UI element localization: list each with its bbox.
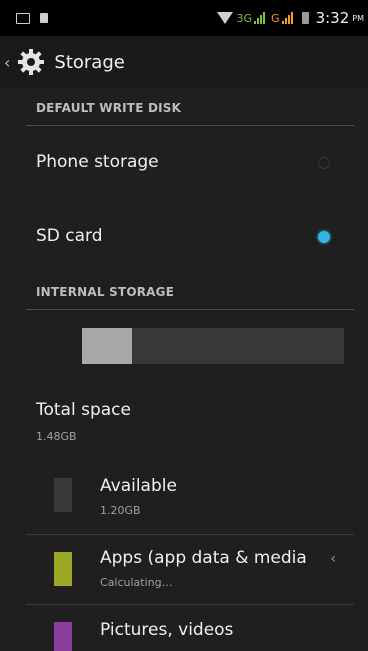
sd-card-option[interactable]: SD card	[0, 214, 368, 262]
section-header-internal-storage: INTERNAL STORAGE	[26, 285, 354, 310]
status-ampm: PM	[352, 13, 364, 23]
total-space-label: Total space	[36, 400, 131, 420]
phone-storage-radio[interactable]	[318, 157, 330, 169]
truncate-chevron-icon: ‹	[330, 551, 336, 567]
storage-usage-bar	[82, 328, 344, 364]
signal-bars-icon-2	[281, 12, 293, 24]
phone-storage-option[interactable]: Phone storage	[0, 140, 368, 188]
total-space-value: 1.48GB	[36, 430, 77, 443]
apps-value: Calculating…	[100, 576, 173, 589]
sd-card-label: SD card	[36, 226, 103, 246]
section-header-default-write-disk: DEFAULT WRITE DISK	[26, 101, 354, 126]
action-bar: ‹ Storage	[0, 36, 368, 88]
status-clock: 3:32	[315, 9, 350, 27]
signal-bars-icon-1	[254, 12, 266, 24]
storage-usage-used	[82, 328, 132, 364]
storage-item-available[interactable]: Available 1.20GB	[0, 462, 368, 534]
pictures-color-swatch	[54, 622, 72, 651]
status-bar: 3G G 3:32 PM	[0, 0, 368, 36]
storage-item-pictures[interactable]: Pictures, videos	[0, 606, 368, 651]
shopping-bag-notification-icon	[40, 13, 48, 23]
page-title: Storage	[54, 51, 125, 73]
available-value: 1.20GB	[100, 504, 141, 517]
pictures-title: Pictures, videos	[100, 620, 234, 640]
wifi-icon	[216, 12, 233, 24]
divider	[26, 604, 354, 605]
gear-icon[interactable]	[12, 43, 50, 81]
total-space-row: Total space 1.48GB	[0, 392, 368, 462]
network-type-g: G	[271, 11, 280, 25]
sd-card-radio[interactable]	[318, 231, 330, 243]
phone-storage-label: Phone storage	[36, 152, 159, 172]
back-chevron-icon[interactable]: ‹	[4, 53, 10, 72]
available-color-swatch	[54, 478, 72, 512]
available-title: Available	[100, 476, 177, 496]
network-type-3g: 3G	[236, 11, 253, 25]
apps-title: Apps (app data & media	[100, 548, 307, 568]
apps-color-swatch	[54, 552, 72, 586]
battery-icon	[301, 12, 309, 24]
divider	[26, 534, 354, 535]
storage-screen: 3G G 3:32 PM ‹ Storage DEFAULT WRITE DIS…	[0, 0, 368, 651]
storage-item-apps[interactable]: Apps (app data & media ‹ Calculating…	[0, 536, 368, 604]
gallery-notification-icon	[16, 12, 30, 24]
